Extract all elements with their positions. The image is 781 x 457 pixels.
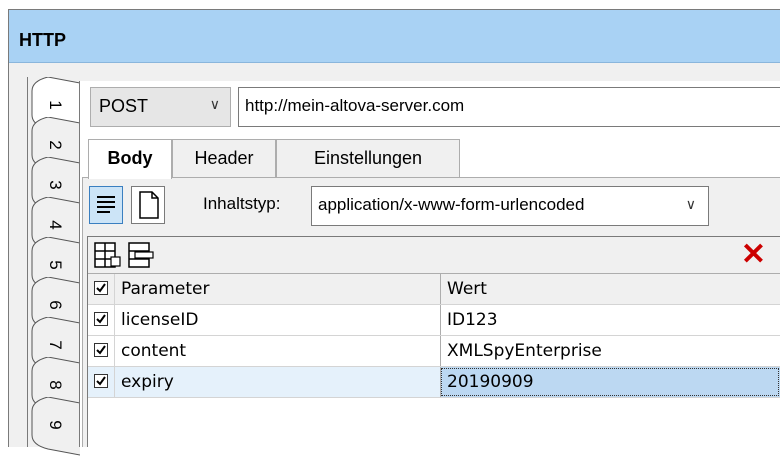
chevron-down-icon: ∨ xyxy=(209,96,220,112)
content-type-label: Inhaltstyp: xyxy=(203,194,281,213)
side-tab-label: 3 xyxy=(46,180,65,190)
tab-body[interactable]: Body xyxy=(88,139,172,179)
row-checkbox[interactable] xyxy=(94,343,108,357)
chevron-down-icon: ∨ xyxy=(685,196,696,212)
tab-body-label: Body xyxy=(107,148,153,168)
tab-header-label: Header xyxy=(194,148,254,168)
side-tab-9[interactable]: 9 xyxy=(28,397,80,457)
request-tabs: Body Header Einstellungen xyxy=(80,139,780,179)
table-header-row: Parameter Wert xyxy=(88,274,780,305)
text-content-button[interactable] xyxy=(89,186,123,224)
align-text-icon xyxy=(97,196,115,213)
method-select[interactable]: POST ∨ xyxy=(90,87,231,127)
parameter-cell[interactable]: expiry xyxy=(114,367,440,397)
side-tab-label: 4 xyxy=(46,220,65,230)
side-tab-label: 8 xyxy=(46,380,65,390)
side-tab-label: 2 xyxy=(46,140,65,150)
row-checkbox[interactable] xyxy=(94,312,108,326)
file-icon xyxy=(139,191,159,219)
body-tab-panel: Inhaltstyp: application/x-www-form-urlen… xyxy=(82,177,780,447)
side-tab-label: 1 xyxy=(46,100,65,110)
select-all-checkbox[interactable] xyxy=(94,281,108,295)
side-tab-strip: 1 2 3 4 5 6 7 8 9 xyxy=(27,77,80,456)
method-value: POST xyxy=(99,96,149,116)
tab-header[interactable]: Header xyxy=(172,139,276,177)
side-tab-label: 5 xyxy=(46,260,65,270)
side-tab-label: 9 xyxy=(46,420,65,430)
column-header-wert[interactable]: Wert xyxy=(440,274,780,304)
content-type-value: application/x-www-form-urlencoded xyxy=(318,195,585,214)
panel-title: HTTP xyxy=(19,30,66,50)
params-grid: ✕ Parameter Wert licenseID ID123 content… xyxy=(87,236,780,447)
row-checkbox[interactable] xyxy=(94,374,108,388)
column-header-parameter[interactable]: Parameter xyxy=(114,274,440,304)
insert-row-icon[interactable] xyxy=(124,239,158,271)
url-input[interactable]: http://mein-altova-server.com xyxy=(238,87,780,127)
side-tab-label: 6 xyxy=(46,300,65,310)
tab-einstellungen-label: Einstellungen xyxy=(313,148,423,168)
parameter-cell[interactable]: licenseID xyxy=(114,305,440,335)
delete-row-icon[interactable]: ✕ xyxy=(741,239,766,271)
parameter-cell[interactable]: content xyxy=(114,336,440,366)
tab-einstellungen[interactable]: Einstellungen xyxy=(276,139,460,177)
panel-body: 1 2 3 4 5 6 7 8 9 POST ∨ http://mein-altova-serv… xyxy=(9,63,780,456)
table-row[interactable]: content XMLSpyEnterprise xyxy=(88,336,780,367)
request-area: POST ∨ http://mein-altova-server.com Bod… xyxy=(79,81,780,447)
append-row-icon[interactable] xyxy=(90,239,124,271)
value-cell[interactable]: 20190909 xyxy=(440,367,780,397)
content-type-select[interactable]: application/x-www-form-urlencoded ∨ xyxy=(311,186,709,226)
table-row[interactable]: licenseID ID123 xyxy=(88,305,780,336)
file-content-button[interactable] xyxy=(131,186,165,224)
url-value: http://mein-altova-server.com xyxy=(245,96,465,115)
table-row-selected[interactable]: expiry 20190909 xyxy=(88,367,780,398)
side-tab-label: 7 xyxy=(46,340,65,350)
title-bar: HTTP xyxy=(9,10,780,63)
http-panel: HTTP 1 2 3 4 5 6 7 8 9 POST ∨ http://mein-altova… xyxy=(8,9,780,456)
grid-toolbar: ✕ xyxy=(88,237,780,274)
value-cell[interactable]: ID123 xyxy=(440,305,780,335)
value-cell[interactable]: XMLSpyEnterprise xyxy=(440,336,780,366)
